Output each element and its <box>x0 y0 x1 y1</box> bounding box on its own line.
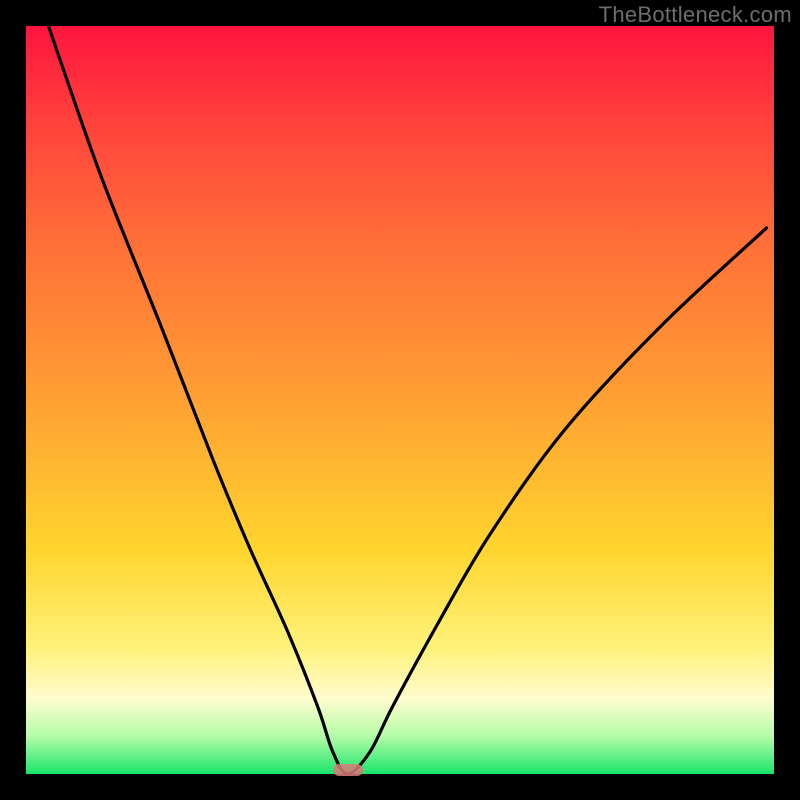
chart-plot-area <box>26 26 774 774</box>
minimum-marker <box>333 764 363 776</box>
bottleneck-curve <box>26 26 774 774</box>
watermark-text: TheBottleneck.com <box>599 2 792 28</box>
curve-path <box>48 26 766 774</box>
